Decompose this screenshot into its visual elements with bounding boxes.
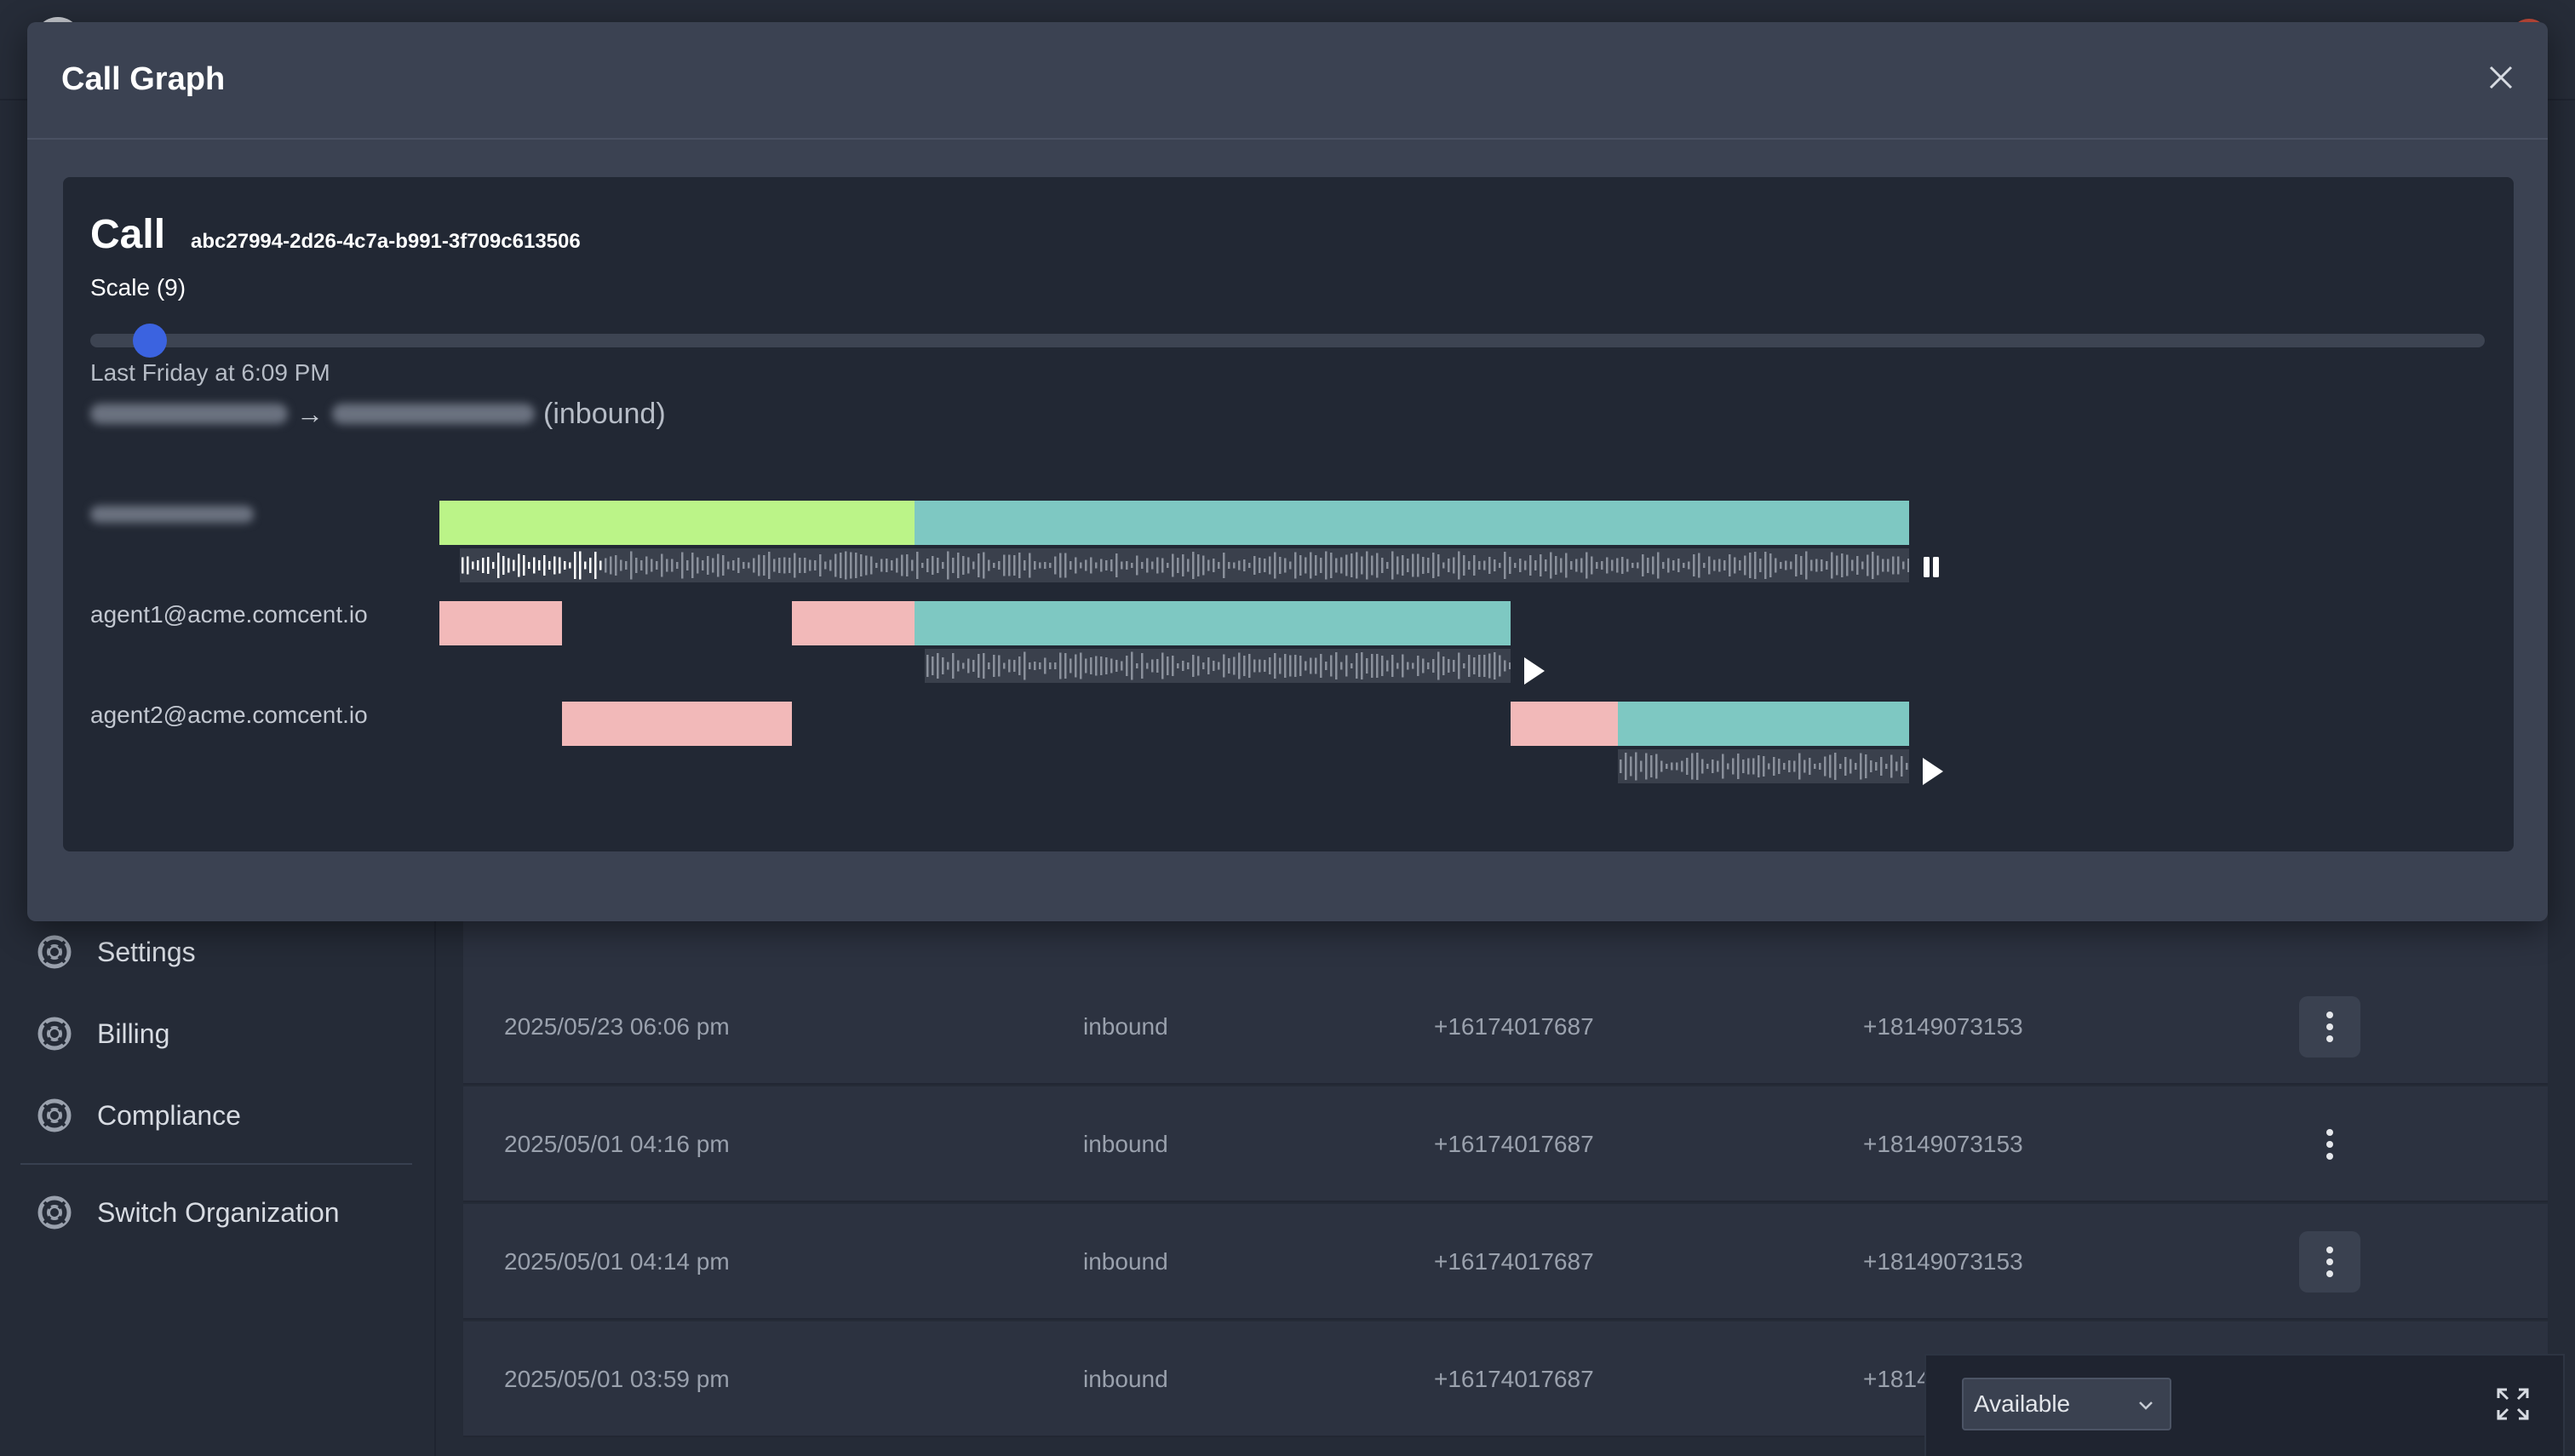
sidebar-item-compliance[interactable]: Compliance [37, 1090, 241, 1141]
redacted-to-number [332, 404, 535, 424]
sidebar-item-billing[interactable]: Billing [37, 1008, 169, 1059]
call-route: → (inbound) [90, 395, 666, 433]
call-direction: inbound [1083, 1013, 1168, 1040]
ringing-segment[interactable] [439, 601, 562, 645]
chevron-down-icon [2139, 1402, 2153, 1410]
call-from: +16174017687 [1434, 1013, 1594, 1040]
row-actions-button[interactable] [2299, 1231, 2360, 1293]
audio-waveform[interactable] [460, 548, 1909, 582]
call-graph-modal: Call Graph Call abc27994-2d26-4c7a-b991-… [27, 22, 2548, 921]
modal-title: Call Graph [61, 61, 226, 97]
ringing-segment[interactable] [562, 702, 792, 746]
scale-label: Scale (9) [90, 274, 186, 301]
call-from: +16174017687 [1434, 1366, 1594, 1392]
kebab-menu-icon [2326, 1247, 2333, 1277]
table-row[interactable]: 2025/05/01 04:16 pm inbound +16174017687… [463, 1086, 2548, 1202]
playback-progress-segment[interactable] [439, 501, 915, 545]
talk-segment[interactable] [1618, 702, 1909, 746]
availability-select[interactable]: Available [1962, 1378, 2171, 1430]
kebab-menu-icon [2326, 1129, 2333, 1160]
call-to: +1814 [1863, 1366, 1930, 1392]
lifebuoy-icon [37, 935, 72, 969]
call-label: Call [90, 212, 166, 257]
close-icon [2489, 66, 2513, 89]
talk-segment[interactable] [915, 601, 1511, 645]
availability-value: Available [1974, 1390, 2071, 1417]
scale-slider-track[interactable] [90, 334, 2485, 347]
row-actions-button[interactable] [2299, 1114, 2360, 1175]
audio-waveform[interactable] [925, 649, 1511, 683]
table-row[interactable]: 2025/05/23 06:06 pm inbound +16174017687… [463, 969, 2548, 1085]
arrow-right-icon: → [296, 398, 324, 429]
caller-lane-label [90, 506, 254, 523]
status-widget: Available [1924, 1354, 2565, 1456]
call-date: 2025/05/01 03:59 pm [504, 1366, 730, 1392]
sidebar-item-label: Billing [97, 1017, 170, 1049]
close-button[interactable] [2480, 56, 2522, 99]
redacted-from-number [90, 404, 288, 424]
call-time: Last Friday at 6:09 PM [90, 359, 330, 386]
lifebuoy-icon [37, 1017, 72, 1051]
lifebuoy-icon [37, 1195, 72, 1230]
agent-lane-label: agent2@acme.comcent.io [90, 702, 368, 728]
sidebar-item-switch-organization[interactable]: Switch Organization [37, 1187, 340, 1238]
lifebuoy-icon [37, 1098, 72, 1132]
play-icon[interactable] [1521, 656, 1548, 686]
call-from: +16174017687 [1434, 1131, 1594, 1157]
call-direction: inbound [1083, 1366, 1168, 1392]
kebab-menu-icon [2326, 1012, 2333, 1042]
expand-icon[interactable] [2495, 1386, 2531, 1422]
sidebar-item-label: Switch Organization [97, 1196, 340, 1228]
pause-icon[interactable] [1921, 555, 1941, 579]
audio-waveform[interactable] [1618, 749, 1909, 783]
play-icon[interactable] [1919, 756, 1947, 787]
call-to: +18149073153 [1863, 1248, 2023, 1275]
call-date: 2025/05/23 06:06 pm [504, 1013, 730, 1040]
call-to: +18149073153 [1863, 1013, 2023, 1040]
modal-header: Call Graph [27, 22, 2548, 140]
table-row[interactable]: 2025/05/01 04:14 pm inbound +16174017687… [463, 1204, 2548, 1320]
sidebar-item-settings[interactable]: Settings [37, 926, 196, 977]
call-to: +18149073153 [1863, 1131, 2023, 1157]
call-date: 2025/05/01 04:16 pm [504, 1131, 730, 1157]
agent-lane-label: agent1@acme.comcent.io [90, 601, 368, 628]
call-id: abc27994-2d26-4c7a-b991-3f709c613506 [191, 230, 581, 253]
talk-segment[interactable] [915, 501, 1909, 545]
scale-slider-thumb[interactable] [133, 324, 167, 358]
sidebar-divider [20, 1163, 412, 1165]
sidebar-item-label: Settings [97, 936, 196, 967]
call-graph-panel: Call abc27994-2d26-4c7a-b991-3f709c61350… [63, 177, 2514, 851]
ringing-segment[interactable] [1511, 702, 1618, 746]
call-direction-label: (inbound) [543, 397, 666, 430]
call-direction: inbound [1083, 1131, 1168, 1157]
call-direction: inbound [1083, 1248, 1168, 1275]
row-actions-button[interactable] [2299, 996, 2360, 1058]
call-header: Call abc27994-2d26-4c7a-b991-3f709c61350… [90, 211, 581, 258]
ringing-segment[interactable] [792, 601, 915, 645]
sidebar-item-label: Compliance [97, 1099, 241, 1131]
call-from: +16174017687 [1434, 1248, 1594, 1275]
call-date: 2025/05/01 04:14 pm [504, 1248, 730, 1275]
